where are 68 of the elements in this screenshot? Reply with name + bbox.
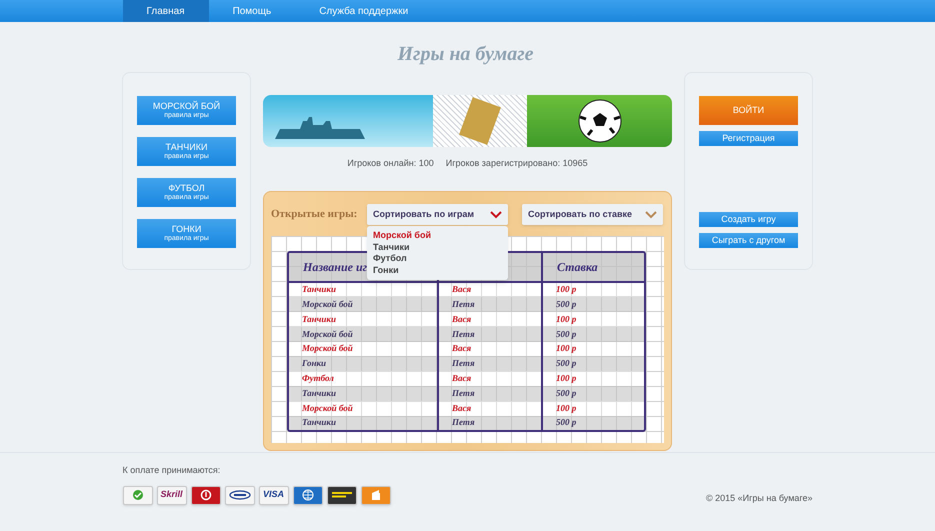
payment-logo-icon: [224, 486, 254, 504]
sort-dropdown[interactable]: Сортировать по ставке: [522, 204, 663, 225]
game-row[interactable]: Морской бой Петя 500 р: [289, 297, 644, 312]
payment-logo-icon: [360, 486, 390, 504]
bet-amount: 500 р: [556, 386, 576, 400]
register-button[interactable]: Регистрация: [699, 131, 798, 146]
bet-amount: 100 р: [556, 342, 576, 356]
game-name: Танчики: [302, 386, 336, 400]
bet-amount: 100 р: [556, 372, 576, 385]
player-name: Петя: [452, 328, 475, 341]
game-row[interactable]: Морской бой Петя 500 р: [289, 326, 644, 342]
payment-logo-icon: [292, 486, 322, 504]
player-name: Петя: [452, 386, 475, 400]
game-name: Футбол: [302, 372, 334, 385]
dropdown-option[interactable]: Морской бой: [373, 230, 502, 242]
game-row[interactable]: Танчики Петя 500 р: [289, 386, 644, 401]
nav-tab[interactable]: Служба поддержки: [295, 0, 432, 22]
dropdown-option[interactable]: Футбол: [373, 253, 502, 264]
bet-amount: 500 р: [556, 298, 576, 311]
player-name: Петя: [452, 416, 475, 430]
copyright-text: © 2015 «Игры на бумаге»: [706, 492, 812, 505]
payment-logo: Skrill: [156, 486, 186, 504]
bet-amount: 100 р: [556, 402, 576, 415]
player-name: Вася: [452, 312, 472, 326]
payment-logo-icon: [326, 486, 356, 504]
game-row[interactable]: Танчики Петя 500 р: [289, 416, 644, 430]
column-header: Название иг: [303, 258, 368, 276]
payment-logo-icon: [190, 486, 220, 504]
dropdown-option[interactable]: Гонки: [373, 264, 502, 276]
bet-amount: 100 р: [556, 283, 576, 296]
game-name: Морской бой: [302, 298, 353, 311]
game-row[interactable]: Танчики Вася 100 р: [289, 312, 644, 327]
player-name: Петя: [452, 298, 475, 311]
payment-logo: VISA: [258, 486, 288, 504]
payment-logo-icon: [122, 486, 152, 504]
player-name: Петя: [452, 357, 475, 370]
open-games-label: Открытые игры:: [271, 207, 358, 222]
game-name: Морской бой: [302, 328, 353, 341]
column-header: Ставка: [557, 258, 598, 276]
bet-amount: 500 р: [556, 416, 576, 430]
game-name: Танчики: [302, 283, 336, 296]
sort-dropdown[interactable]: Сортировать по играм: [367, 204, 508, 225]
site-title: Игры на бумаге: [398, 42, 534, 67]
game-name: Танчики: [302, 416, 336, 430]
game-name: Морской бой: [302, 402, 353, 415]
player-name: Вася: [452, 372, 472, 385]
game-action-button[interactable]: Сыграть с другом: [699, 233, 798, 248]
game-name: Морской бой: [302, 342, 353, 356]
bet-amount: 500 р: [556, 357, 576, 370]
nav-tab[interactable]: Помощь: [208, 0, 296, 22]
player-name: Вася: [452, 402, 472, 415]
dropdown-option[interactable]: Танчики: [373, 242, 502, 253]
stats-text: Игроков зарегистрировано: 10965: [446, 157, 588, 170]
payments-label: К оплате принимаются:: [122, 464, 222, 477]
game-row[interactable]: Гонки Петя 500 р: [289, 356, 644, 372]
game-name: Гонки: [302, 357, 326, 370]
game-row[interactable]: Морской бой Вася 100 р: [289, 342, 644, 356]
stats-text: Игроков онлайн: 100: [347, 157, 434, 170]
player-name: Вася: [452, 283, 472, 296]
game-row[interactable]: Танчики Вася 100 р: [289, 282, 644, 298]
game-action-button[interactable]: Создать игру: [699, 212, 798, 227]
bet-amount: 500 р: [556, 328, 576, 341]
player-name: Вася: [452, 342, 472, 356]
game-name: Танчики: [302, 312, 336, 326]
bet-amount: 100 р: [556, 312, 576, 326]
nav-tab[interactable]: Главная: [122, 0, 209, 22]
game-row[interactable]: Футбол Вася 100 р: [289, 371, 644, 386]
game-row[interactable]: Морской бой Вася 100 р: [289, 400, 644, 416]
